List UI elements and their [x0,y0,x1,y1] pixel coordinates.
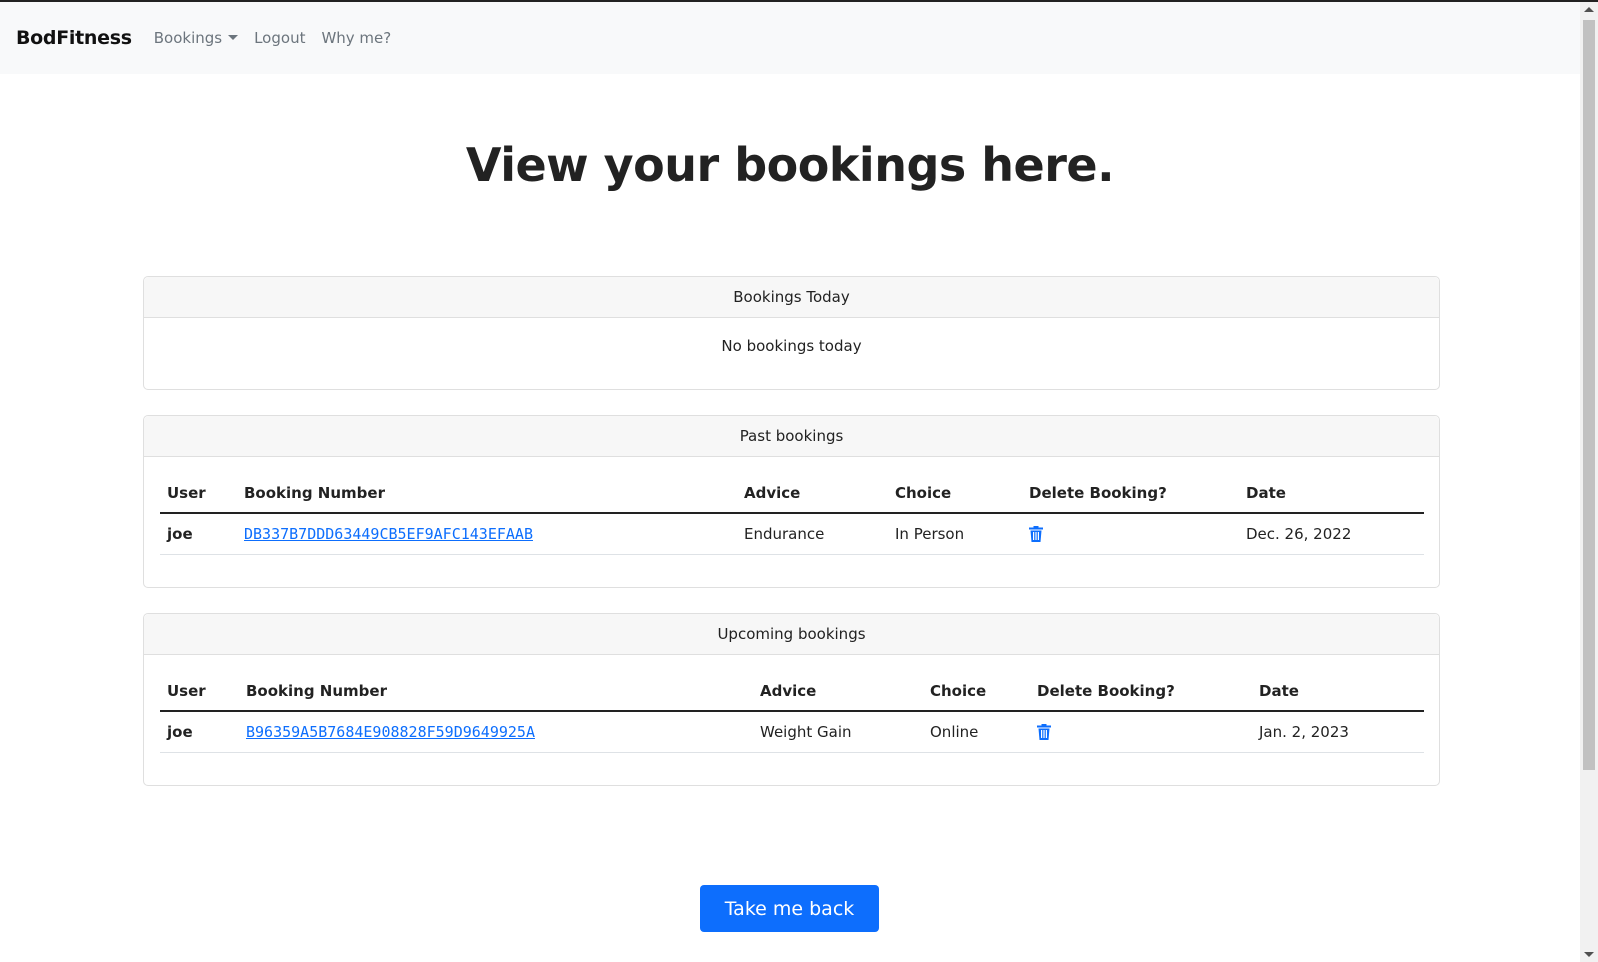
nav-logout[interactable]: Logout [254,29,305,47]
scroll-thumb[interactable] [1583,20,1595,770]
column-header-date: Date [1239,473,1424,514]
bookings-today-card: Bookings Today No bookings today [143,276,1440,390]
cell-delete [1022,513,1239,555]
column-header-user: User [160,473,237,514]
cell-advice: Endurance [737,513,888,555]
nav-bookings-label: Bookings [153,29,223,47]
column-header-delete: Delete Booking? [1022,473,1239,514]
table-row: joe DB337B7DDD63449CB5EF9AFC143EFAAB End… [160,513,1424,555]
trash-icon[interactable] [1037,724,1051,741]
trash-icon[interactable] [1029,526,1043,543]
vertical-scrollbar[interactable] [1580,2,1598,962]
nav-bookings-dropdown[interactable]: Bookings [153,29,239,47]
scroll-up-icon[interactable] [1584,7,1594,12]
page-title: View your bookings here. [465,138,1115,192]
past-bookings-table: User Booking Number Advice Choice Delete… [160,473,1424,555]
column-header-booking-number: Booking Number [237,473,737,514]
bookings-today-header: Bookings Today [144,277,1439,318]
brand-logo[interactable]: BodFitness [16,27,132,49]
booking-number-link[interactable]: DB337B7DDD63449CB5EF9AFC143EFAAB [244,525,533,543]
column-header-booking-number: Booking Number [239,671,753,712]
scroll-down-icon[interactable] [1584,952,1594,957]
column-header-choice: Choice [923,671,1030,712]
upcoming-bookings-header: Upcoming bookings [144,614,1439,655]
nav-why-me[interactable]: Why me? [321,29,391,47]
cell-booking-number: B96359A5B7684E908828F59D9649925A [239,711,753,753]
column-header-delete: Delete Booking? [1030,671,1252,712]
column-header-user: User [160,671,239,712]
cell-user: joe [160,513,237,555]
past-bookings-header: Past bookings [144,416,1439,457]
cell-delete [1030,711,1252,753]
booking-number-link[interactable]: B96359A5B7684E908828F59D9649925A [246,723,535,741]
cell-choice: Online [923,711,1030,753]
chevron-down-icon [228,34,239,40]
column-header-advice: Advice [737,473,888,514]
no-bookings-message: No bookings today [721,337,862,355]
column-header-advice: Advice [753,671,923,712]
table-row: joe B96359A5B7684E908828F59D9649925A Wei… [160,711,1424,753]
cell-booking-number: DB337B7DDD63449CB5EF9AFC143EFAAB [237,513,737,555]
cell-advice: Weight Gain [753,711,923,753]
upcoming-bookings-card: Upcoming bookings User Booking Number Ad… [143,613,1440,786]
column-header-date: Date [1252,671,1424,712]
past-bookings-card: Past bookings User Booking Number Advice… [143,415,1440,588]
take-me-back-button[interactable]: Take me back [700,885,879,932]
cell-user: joe [160,711,239,753]
cell-date: Jan. 2, 2023 [1252,711,1424,753]
column-header-choice: Choice [888,473,1022,514]
cell-date: Dec. 26, 2022 [1239,513,1424,555]
navbar: BodFitness Bookings Logout Why me? [0,2,1580,74]
cell-choice: In Person [888,513,1022,555]
upcoming-bookings-table: User Booking Number Advice Choice Delete… [160,671,1424,753]
